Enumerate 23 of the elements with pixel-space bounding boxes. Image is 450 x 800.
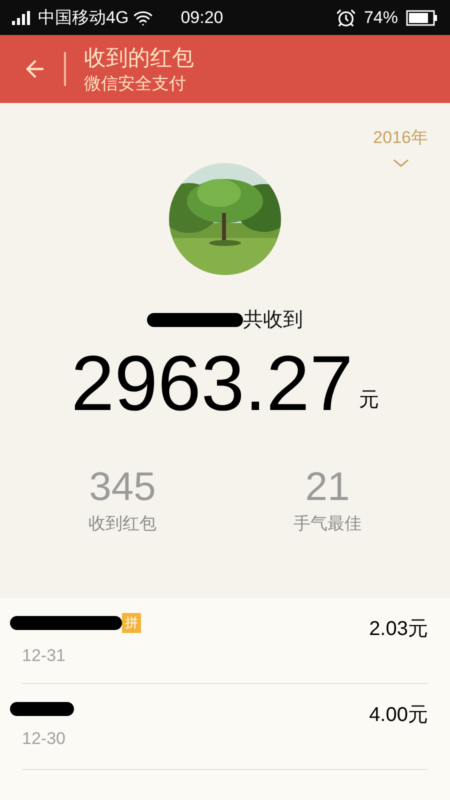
- alarm-icon: [336, 8, 356, 28]
- group-badge: 拼: [122, 612, 141, 633]
- clock-time: 09:20: [180, 6, 224, 29]
- stat-value: 21: [305, 464, 350, 508]
- record-date: 12-30: [22, 728, 66, 750]
- stat-label: 收到红包: [88, 512, 156, 534]
- page-subtitle: 微信安全支付: [84, 73, 187, 95]
- record-row[interactable]: 12-30 4.00元: [0, 684, 450, 769]
- total-amount: 2963.27: [71, 340, 353, 424]
- currency-unit: 元: [358, 388, 379, 412]
- carrier-label: 中国移动4G: [38, 6, 129, 29]
- battery-percent: 74%: [364, 6, 398, 29]
- record-date: 12-31: [22, 644, 66, 667]
- chevron-down-icon: [392, 158, 409, 166]
- battery-icon: [406, 10, 438, 26]
- record-row[interactable]: 拼 12-31 2.03元: [0, 598, 450, 683]
- redaction-mark: [10, 702, 74, 716]
- stat-value: 345: [89, 464, 156, 508]
- record-amount: 2.03元: [369, 616, 428, 642]
- record-amount: 4.00元: [369, 702, 428, 728]
- stat-label: 手气最佳: [294, 512, 362, 534]
- total-caption: 共收到: [243, 308, 303, 332]
- page-title: 收到的红包: [84, 44, 194, 72]
